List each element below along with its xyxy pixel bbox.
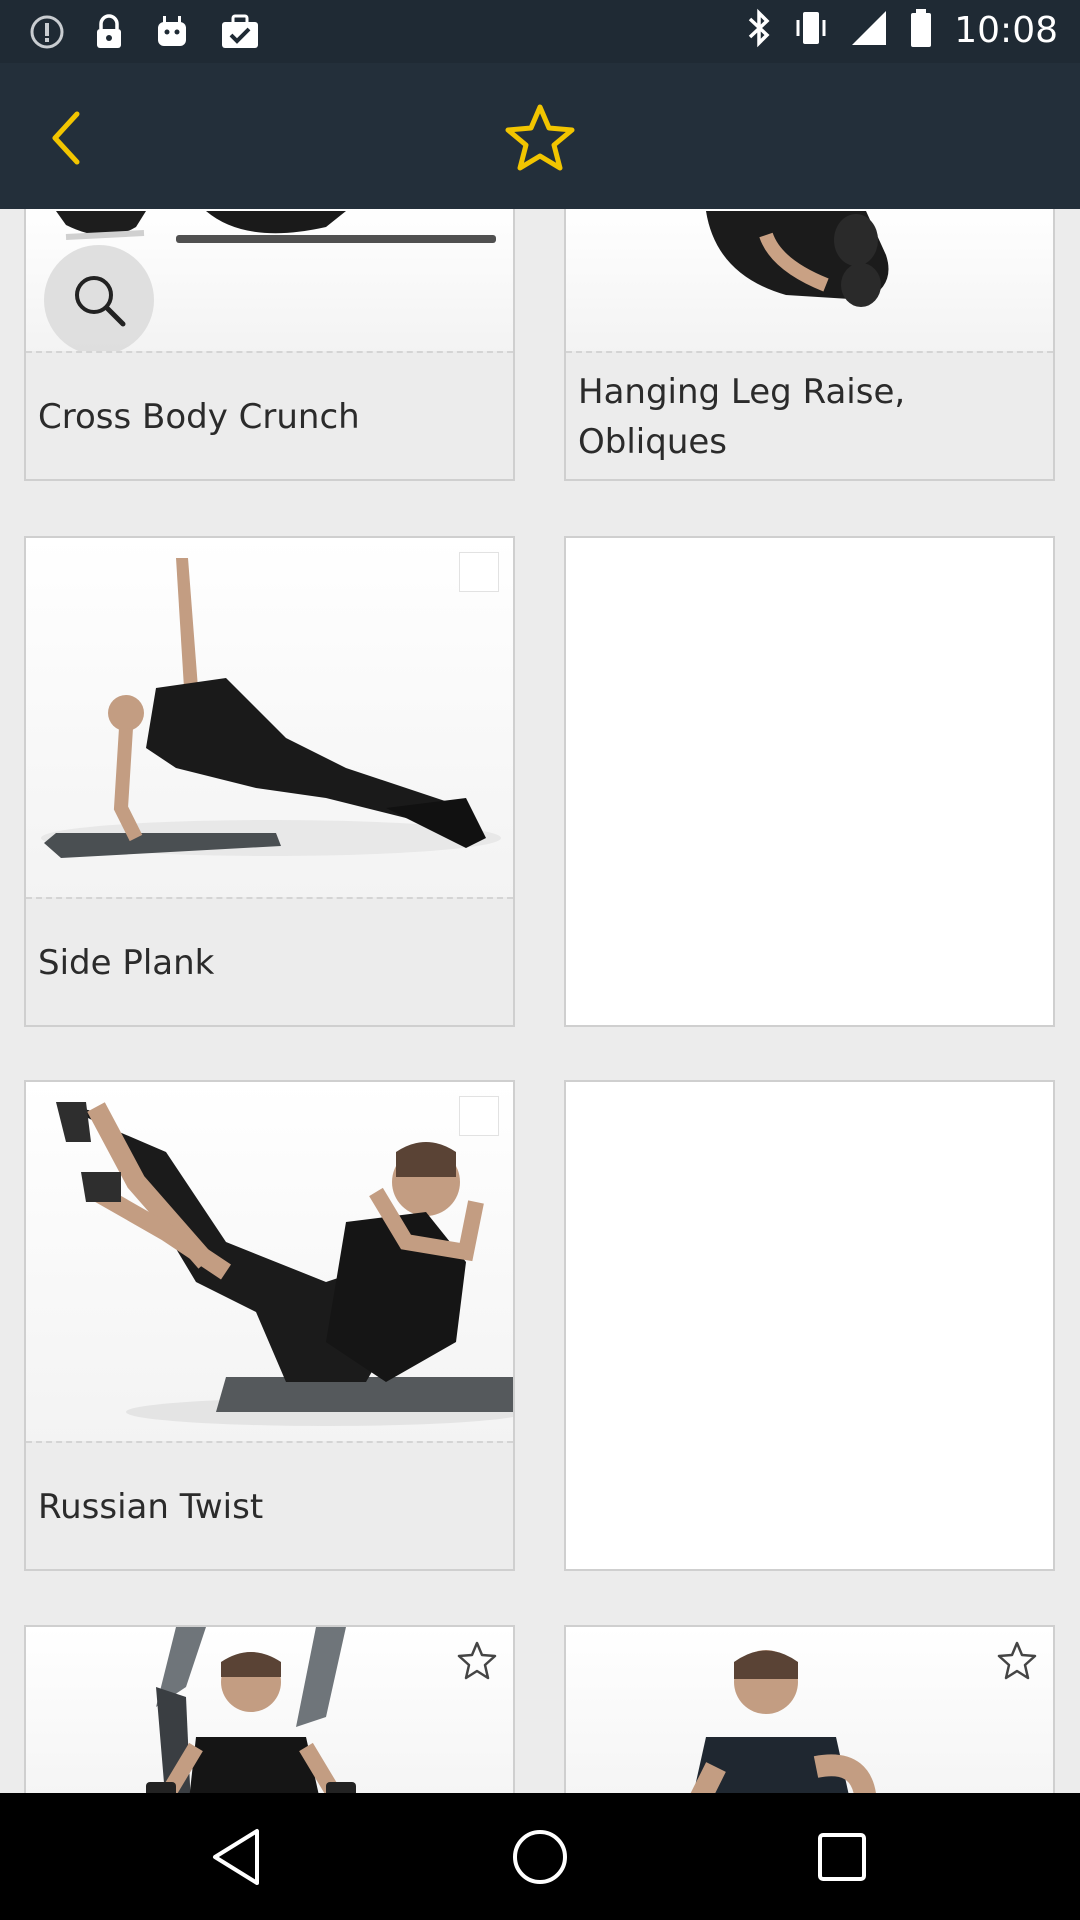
select-checkbox[interactable] <box>459 552 499 592</box>
briefcase-check-icon <box>220 14 260 54</box>
exercise-card[interactable]: Side Plank <box>24 536 515 1027</box>
favorite-toggle[interactable] <box>455 1639 499 1683</box>
nav-recents-button[interactable] <box>806 1821 878 1893</box>
exercise-image <box>26 1627 513 1793</box>
app-bar <box>0 63 1080 209</box>
vibrate-icon <box>794 8 828 52</box>
exercise-card[interactable] <box>24 1625 515 1793</box>
search-icon <box>75 276 126 327</box>
exercise-card[interactable]: Russian Twist <box>24 1080 515 1571</box>
exercise-image <box>566 1627 1053 1793</box>
back-button[interactable] <box>30 103 100 173</box>
exercise-name: Cross Body Crunch <box>26 351 513 479</box>
favorite-toggle[interactable] <box>995 1639 1039 1683</box>
exercise-grid: Cross Body Crunch Hanging Leg Raise, Obl… <box>0 209 1080 1793</box>
status-bar: 10:08 <box>0 0 1080 63</box>
exercise-card[interactable]: Hanging Leg Raise, Obliques <box>564 209 1055 481</box>
back-triangle-icon <box>213 1829 259 1885</box>
exercise-image <box>566 209 1053 353</box>
star-outline-icon <box>505 104 575 171</box>
star-outline-icon <box>997 1641 1037 1680</box>
exercise-image <box>26 1082 513 1443</box>
chevron-left-icon <box>52 111 80 165</box>
select-checkbox[interactable] <box>459 1096 499 1136</box>
home-circle-icon <box>513 1830 567 1884</box>
exercise-name: Hanging Leg Raise, Obliques <box>566 351 1053 479</box>
signal-icon <box>850 9 888 51</box>
exercise-card-empty[interactable] <box>564 1080 1055 1571</box>
zoom-button[interactable] <box>44 245 154 355</box>
android-icon <box>154 14 190 54</box>
favorite-button[interactable] <box>503 100 577 174</box>
star-outline-icon <box>457 1641 497 1680</box>
recents-square-icon <box>818 1833 866 1881</box>
battery-icon <box>910 8 932 52</box>
nav-home-button[interactable] <box>504 1821 576 1893</box>
exercise-image <box>26 538 513 899</box>
exercise-card[interactable] <box>564 1625 1055 1793</box>
nav-back-button[interactable] <box>200 1821 272 1893</box>
info-icon <box>30 15 64 53</box>
screen: 10:08 Cross Body Crunch Hanging Leg Rais… <box>0 0 1080 1920</box>
exercise-card-empty[interactable] <box>564 536 1055 1027</box>
exercise-name: Side Plank <box>26 897 513 1025</box>
exercise-name: Russian Twist <box>26 1441 513 1569</box>
bluetooth-icon <box>746 8 772 52</box>
system-nav-bar <box>0 1793 1080 1920</box>
status-time: 10:08 <box>954 9 1058 51</box>
exercise-card[interactable]: Cross Body Crunch <box>24 209 515 481</box>
lock-icon <box>94 14 124 54</box>
